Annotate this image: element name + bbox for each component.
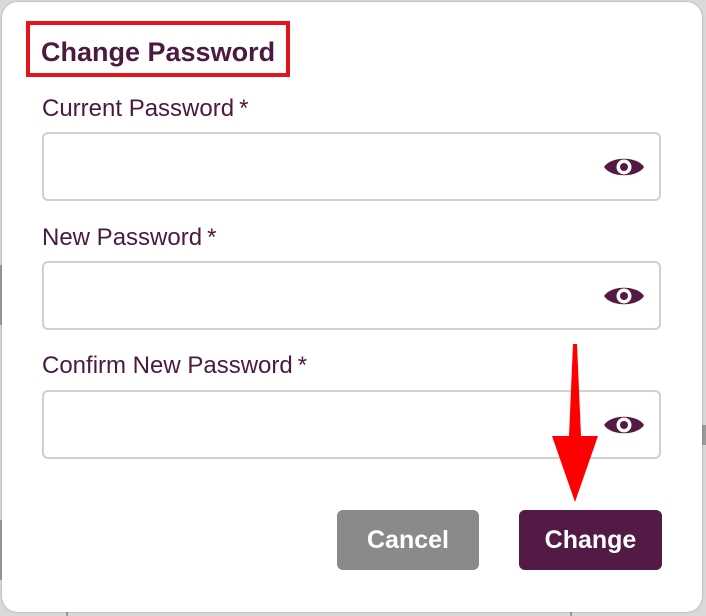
required-mark: * <box>239 95 249 122</box>
required-mark: * <box>297 352 308 379</box>
eye-icon[interactable] <box>603 153 645 181</box>
current-password-label-text: Current Password <box>42 95 235 122</box>
current-password-label: Current Password * <box>42 95 248 123</box>
required-mark: * <box>207 224 217 251</box>
current-password-field[interactable] <box>42 132 661 201</box>
eye-icon[interactable] <box>603 411 645 439</box>
new-password-field[interactable] <box>42 261 661 330</box>
current-password-input[interactable] <box>58 146 602 188</box>
new-password-label: New Password * <box>42 224 216 252</box>
background-divider <box>702 425 706 445</box>
new-password-label-text: New Password <box>42 224 203 251</box>
change-button[interactable]: Change <box>519 510 662 570</box>
confirm-password-label: Confirm New Password * <box>42 352 307 380</box>
confirm-password-input[interactable] <box>58 404 602 446</box>
new-password-input[interactable] <box>58 275 602 317</box>
dialog-title: Change Password <box>41 37 276 67</box>
confirm-password-field[interactable] <box>42 390 661 459</box>
cancel-button[interactable]: Cancel <box>337 510 479 570</box>
confirm-password-label-text: Confirm New Password <box>42 352 293 379</box>
eye-icon[interactable] <box>603 282 645 310</box>
